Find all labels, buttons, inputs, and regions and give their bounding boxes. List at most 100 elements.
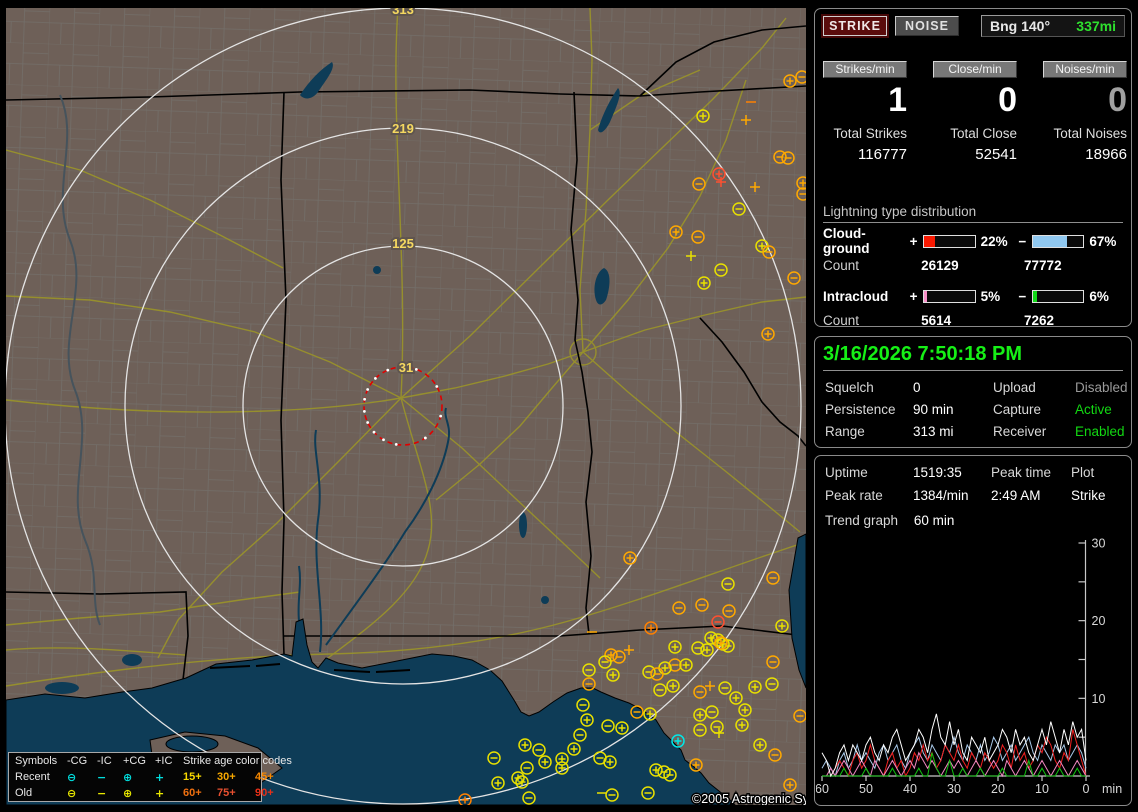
plus-sign: + [909, 288, 918, 304]
divider [823, 370, 1123, 371]
minus-icon: − [97, 771, 107, 784]
ring-strike-dot [394, 443, 398, 446]
trend-graph-row: Trend graph 60 min [815, 503, 1131, 528]
cg-count-row: Count 26129 77772 [823, 255, 1127, 275]
plus-sign: + [909, 233, 918, 249]
y-tick-label: 30 [1092, 537, 1106, 551]
range-label: Range [825, 424, 865, 439]
x-axis-unit: min [1102, 782, 1122, 796]
lightning-map[interactable]: 313 219 125 31 ©2005 Astrogenic Systems [6, 8, 806, 805]
range-ring-label: 125 [392, 236, 414, 251]
cg-count-label: Count [823, 257, 860, 273]
ring-strike-dot [439, 414, 443, 418]
strike-tab[interactable]: STRIKE [823, 16, 887, 36]
ic-minus-pct: 6% [1089, 288, 1109, 304]
total-close-label: Total Close [950, 126, 1017, 141]
squelch-label: Squelch [825, 380, 874, 395]
intracloud-row: Intracloud + 5% − 6% [823, 286, 1127, 306]
ring-strike-dot [435, 385, 439, 388]
bearing-readout: Bng 140° 337mi [981, 15, 1125, 37]
noises-per-min-value: 0 [1108, 81, 1127, 119]
persistence-value: 90 min [913, 402, 954, 417]
ring-strike-dot [382, 438, 385, 442]
noise-tab[interactable]: NOISE [895, 16, 959, 36]
distribution-title: Lightning type distribution [823, 204, 1123, 223]
total-strikes-value: 116777 [858, 146, 907, 163]
y-tick-label: 10 [1092, 692, 1106, 706]
minus-icon: − [97, 787, 107, 800]
symbol-legend: Symbols -CG -IC +CG +IC Strike age color… [8, 752, 292, 802]
total-noises-label: Total Noises [1053, 126, 1127, 141]
intracloud-label: Intracloud [823, 288, 889, 304]
minus-sign: − [1018, 233, 1027, 249]
cg-minus-bar-fill [1032, 235, 1067, 247]
x-tick-label: 30 [947, 782, 961, 796]
peak-time-value: 2:49 AM [991, 488, 1041, 503]
cg-minus-pct: 67% [1089, 233, 1117, 249]
plot-value: Strike [1071, 488, 1106, 503]
plot-label: Plot [1071, 465, 1095, 480]
plus-icon: + [155, 787, 165, 800]
ic-minus-bar [1031, 289, 1085, 303]
age-code: 60+ [183, 787, 202, 799]
cloud-ground-row: Cloud-ground + 22% − 67% [823, 226, 1127, 256]
peak-rate-label: Peak rate [825, 488, 883, 503]
ic-plus-bar [922, 289, 976, 303]
circle-plus-icon: ⊕ [123, 771, 133, 784]
ring-strike-dot [374, 377, 377, 380]
uptime-value: 1519:35 [913, 465, 962, 480]
receiver-label: Receiver [993, 424, 1047, 439]
legend-row-label: Old [15, 787, 33, 799]
age-code: 15+ [183, 771, 202, 783]
range-value: 313 mi [913, 424, 954, 439]
ring-strike-dot [366, 388, 370, 391]
trend-series-+IC [822, 751, 1087, 778]
status-grid: Squelch 0 Upload Disabled Persistence 90… [815, 378, 1131, 441]
ring-strike-dot [386, 368, 390, 372]
upload-value: Disabled [1075, 380, 1128, 395]
noises-counter: Noises/min 0 Total Noises 18966 [1043, 61, 1127, 163]
ring-strike-dot [372, 430, 376, 434]
legend-symbols-header: Symbols [15, 755, 58, 767]
ic-count-label: Count [823, 312, 860, 328]
cg-minus-bar [1031, 234, 1085, 248]
receiver-value: Enabled [1075, 424, 1125, 439]
cg-plus-pct: 22% [980, 233, 1008, 249]
copyright-text: ©2005 Astrogenic Systems [692, 792, 806, 805]
legend-nic-header: -IC [97, 755, 112, 767]
cg-plus-bar-fill [923, 235, 935, 247]
legend-pic-header: +IC [155, 755, 173, 767]
ic-plus-bar-fill [923, 290, 927, 302]
ic-minus-bar-fill [1032, 290, 1037, 302]
age-code: 75+ [217, 787, 236, 799]
peak-time-label: Peak time [991, 465, 1052, 480]
close-per-min-value: 0 [998, 81, 1017, 119]
total-noises-value: 18966 [1085, 146, 1127, 163]
ic-minus-count: 7262 [1024, 312, 1055, 328]
minus-sign: − [1018, 288, 1027, 304]
age-code: 90+ [255, 787, 274, 799]
ic-count-row: Count 5614 7262 [823, 310, 1127, 330]
range-ring-label: 219 [392, 121, 414, 136]
peak-rate-value: 1384/min [913, 488, 969, 503]
noises-per-min-chip[interactable]: Noises/min [1043, 61, 1127, 78]
circle-plus-icon: ⊕ [123, 787, 133, 800]
ring-strike-dot [423, 436, 427, 440]
nexstorm-window: 313 219 125 31 ©2005 Astrogenic Systems Sym… [0, 0, 1138, 812]
capture-label: Capture [993, 402, 1042, 417]
close-per-min-chip[interactable]: Close/min [933, 61, 1017, 78]
age-code: 45+ [255, 771, 274, 783]
trend-graph-label: Trend graph [825, 513, 899, 528]
statistics-panel: STRIKE NOISE Bng 140° 337mi Strikes/min … [814, 8, 1132, 330]
strikes-per-min-chip[interactable]: Strikes/min [823, 61, 907, 78]
total-strikes-label: Total Strikes [833, 126, 907, 141]
legend-ncg-header: -CG [67, 755, 88, 767]
strikes-per-min-value: 1 [888, 81, 907, 119]
circle-minus-icon: ⊖ [67, 771, 77, 784]
bearing-value: Bng 140° [990, 18, 1051, 34]
upload-label: Upload [993, 380, 1036, 395]
ring-strike-dot [362, 410, 366, 413]
range-ring-label: 31 [399, 360, 413, 375]
legend-row-label: Recent [15, 771, 50, 783]
total-close-value: 52541 [975, 146, 1017, 163]
